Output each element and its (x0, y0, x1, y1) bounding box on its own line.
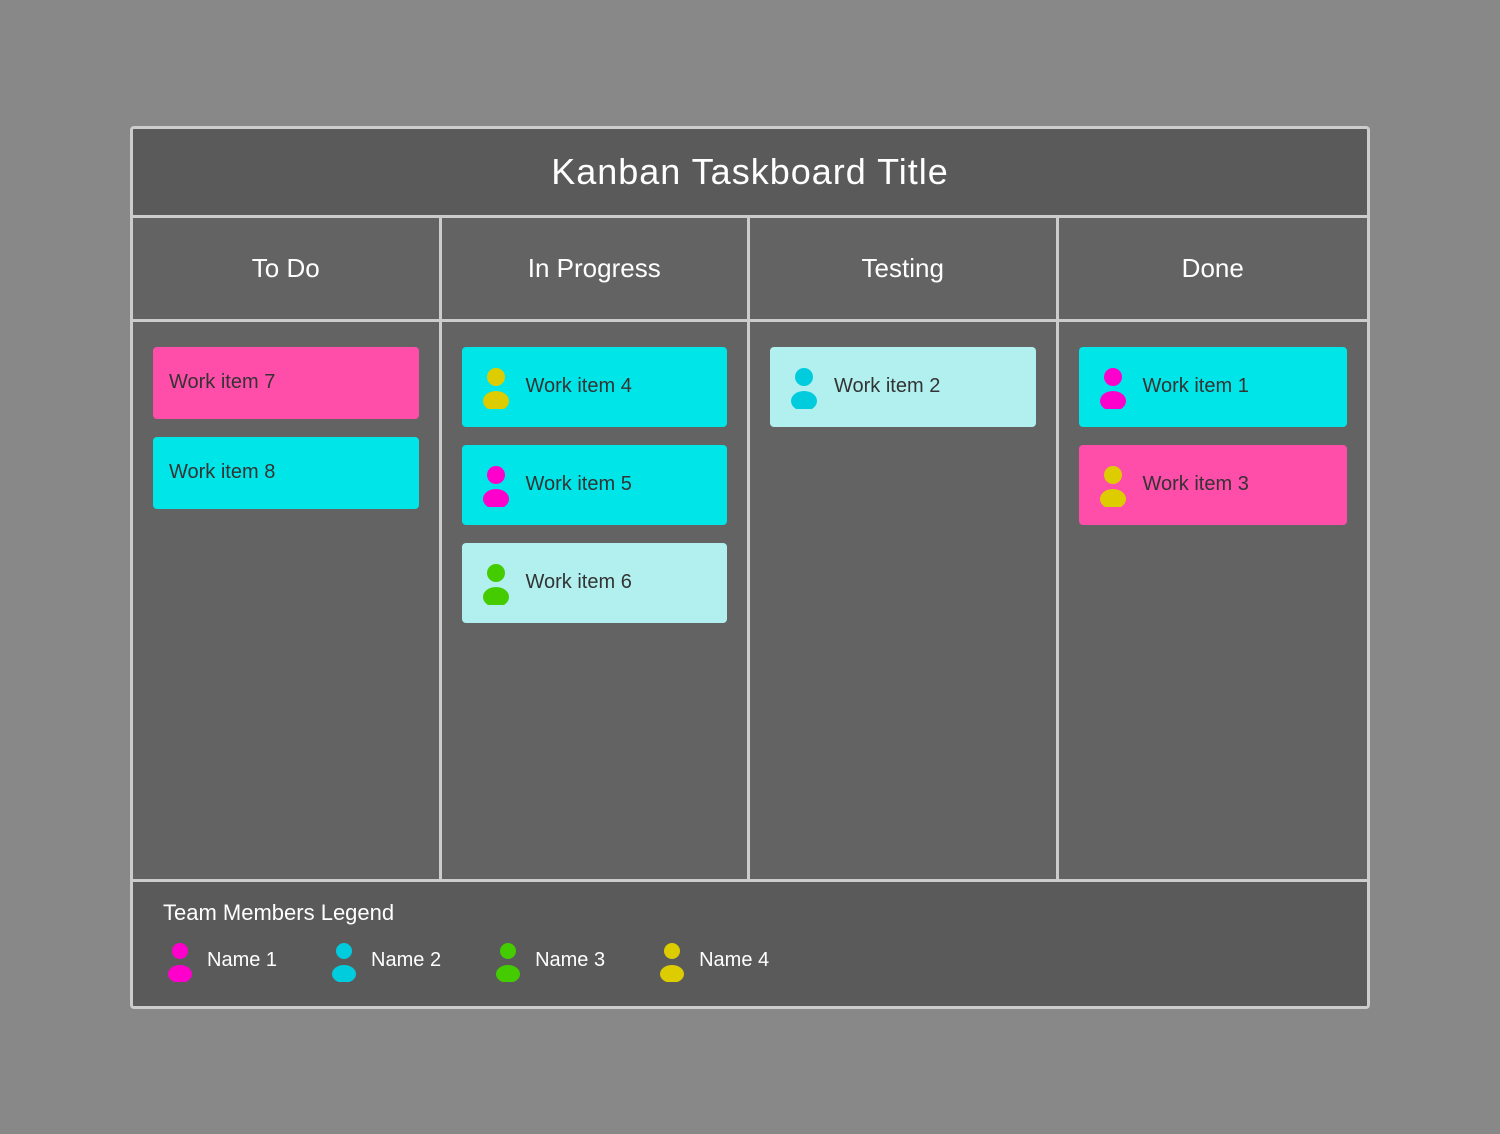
legend-items: Name 1 Name 2 Name 3 (163, 940, 1337, 982)
assignee-icon-magenta (478, 463, 514, 507)
legend-item-name2: Name 2 (327, 940, 441, 982)
assignee-icon-yellow2 (1095, 463, 1131, 507)
legend-title: Team Members Legend (163, 900, 1337, 926)
assignee-icon-cyan (786, 365, 822, 409)
legend-item-name1: Name 1 (163, 940, 277, 982)
card-item3[interactable]: Work item 3 (1079, 445, 1348, 525)
legend-label-name4: Name 4 (699, 949, 769, 972)
column-header-inprogress: In Progress (442, 218, 751, 319)
legend-section: Team Members Legend Name 1 Name 2 (133, 882, 1367, 1006)
card-label: Work item 4 (526, 375, 632, 398)
legend-label-name1: Name 1 (207, 949, 277, 972)
column-header-todo: To Do (133, 218, 442, 319)
assignee-icon-yellow (478, 365, 514, 409)
legend-icon-cyan (327, 940, 361, 982)
card-item2[interactable]: Work item 2 (770, 347, 1036, 427)
card-item7[interactable]: Work item 7 (153, 347, 419, 419)
assignee-icon-green (478, 561, 514, 605)
card-label: Work item 5 (526, 473, 632, 496)
legend-label-name2: Name 2 (371, 949, 441, 972)
column-done: Work item 1 Work item 3 (1059, 322, 1368, 879)
legend-icon-yellow (655, 940, 689, 982)
board-title: Kanban Taskboard Title (153, 151, 1347, 193)
columns-header: To Do In Progress Testing Done (133, 218, 1367, 322)
legend-icon-green (491, 940, 525, 982)
column-header-done: Done (1059, 218, 1368, 319)
legend-icon-magenta (163, 940, 197, 982)
legend-item-name4: Name 4 (655, 940, 769, 982)
column-todo: Work item 7 Work item 8 (133, 322, 442, 879)
card-label: Work item 7 (169, 371, 275, 394)
card-label: Work item 2 (834, 375, 940, 398)
card-label: Work item 3 (1143, 473, 1249, 496)
card-label: Work item 8 (169, 461, 275, 484)
legend-item-name3: Name 3 (491, 940, 605, 982)
card-item5[interactable]: Work item 5 (462, 445, 728, 525)
card-label: Work item 6 (526, 571, 632, 594)
card-item1[interactable]: Work item 1 (1079, 347, 1348, 427)
card-item6[interactable]: Work item 6 (462, 543, 728, 623)
column-header-testing: Testing (750, 218, 1059, 319)
legend-label-name3: Name 3 (535, 949, 605, 972)
kanban-board: Kanban Taskboard Title To Do In Progress… (130, 126, 1370, 1009)
assignee-icon-magenta2 (1095, 365, 1131, 409)
card-item4[interactable]: Work item 4 (462, 347, 728, 427)
column-inprogress: Work item 4 Work item 5 Work item 6 (442, 322, 751, 879)
board-title-row: Kanban Taskboard Title (133, 129, 1367, 218)
column-testing: Work item 2 (750, 322, 1059, 879)
card-item8[interactable]: Work item 8 (153, 437, 419, 509)
columns-body: Work item 7 Work item 8 Work item 4 Wo (133, 322, 1367, 882)
card-label: Work item 1 (1143, 375, 1249, 398)
